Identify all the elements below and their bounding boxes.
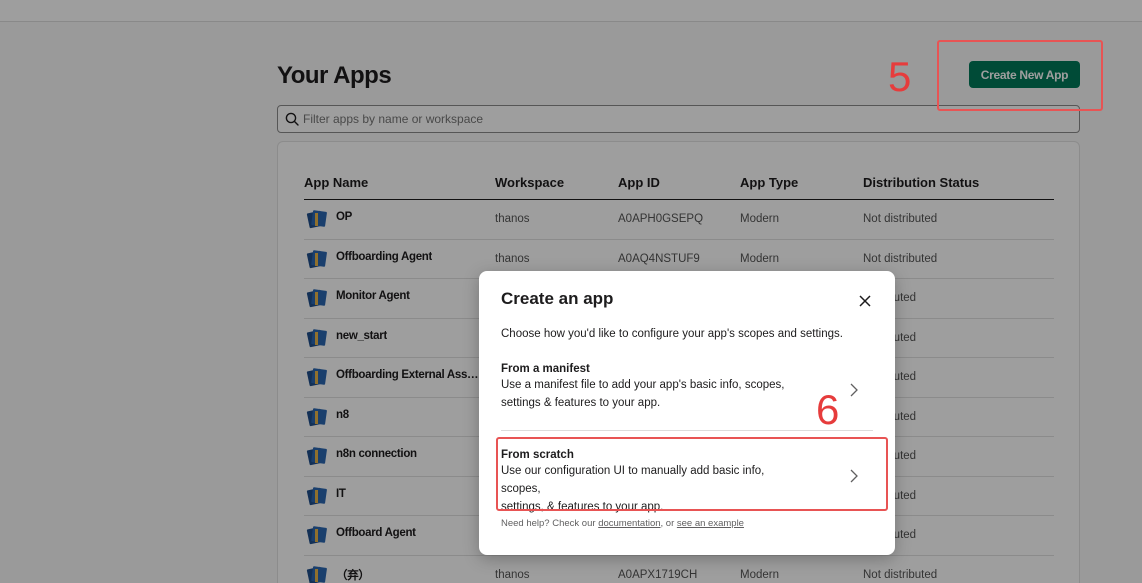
see-example-link[interactable]: see an example: [677, 518, 744, 529]
documentation-link[interactable]: documentation: [598, 518, 660, 529]
annotation-box-step6: [496, 437, 888, 511]
modal-description: Choose how you'd like to configure your …: [501, 328, 843, 340]
chevron-right-icon: [850, 383, 858, 397]
help-text: Need help? Check our documentation, or s…: [501, 518, 744, 529]
annotation-number-step6: 6: [816, 386, 840, 433]
close-icon[interactable]: [857, 293, 873, 309]
annotation-box-step5: [937, 40, 1103, 111]
help-mid: , or: [660, 518, 675, 529]
annotation-number-step5: 5: [888, 53, 912, 100]
option-description-line: Use a manifest file to add your app's ba…: [501, 379, 785, 391]
option-title: From a manifest: [501, 363, 590, 375]
modal-title: Create an app: [501, 289, 614, 308]
option-description: Use a manifest file to add your app's ba…: [501, 376, 801, 412]
option-description-line: settings & features to your app.: [501, 397, 661, 409]
help-prefix: Need help? Check our: [501, 518, 596, 529]
